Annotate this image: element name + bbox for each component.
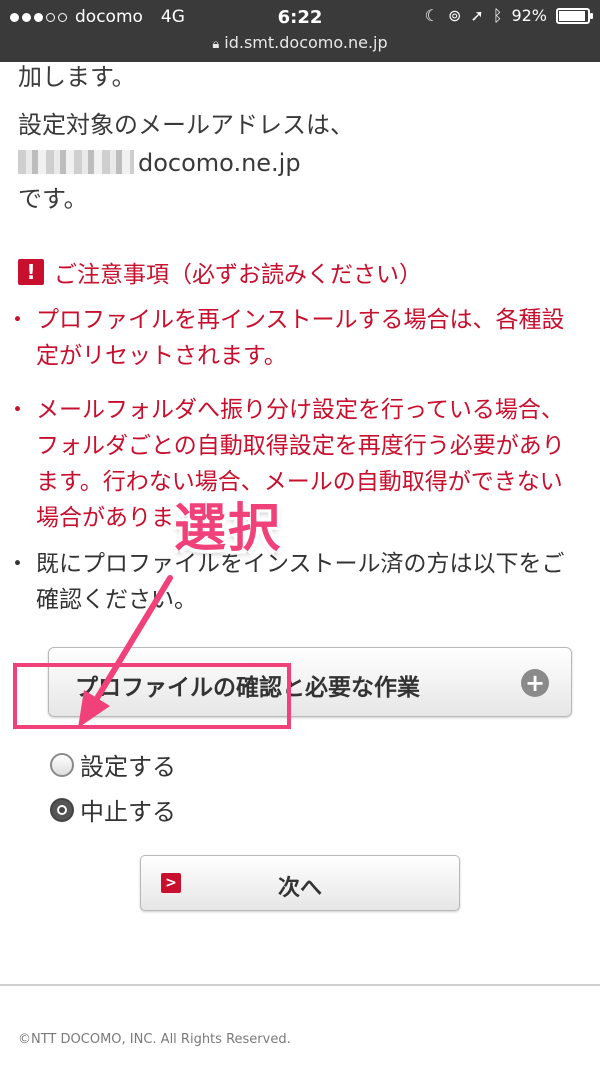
next-button-label: 次へ xyxy=(277,876,322,901)
footer-divider xyxy=(0,984,600,986)
radio-option-setup[interactable]: 設定する xyxy=(50,747,176,782)
moon-icon: ☾ xyxy=(424,6,440,25)
annotation-callout: 選択 xyxy=(174,499,283,559)
address-outro-text: です。 xyxy=(18,185,88,213)
address-bar[interactable]: 🔒︎ id.smt.docomo.ne.jp xyxy=(0,33,600,52)
radio-label-setup: 設定する xyxy=(80,753,176,781)
radio-button-cancel[interactable] xyxy=(50,797,74,822)
notice-item-reinstall: プロファイルを再インストールする場合は、各種設定がリセットされます。 xyxy=(6,302,584,374)
plus-icon: + xyxy=(521,669,549,697)
notice-heading: ! ご注意事項（必ずお読みください） xyxy=(18,255,422,289)
address-intro-text: 設定対象のメールアドレスは、 xyxy=(18,111,354,139)
notice-title: ご注意事項（必ずお読みください） xyxy=(54,262,422,288)
notice-item-installed: 既にプロファイルをインストール済の方は以下をご確認ください。 xyxy=(6,546,584,618)
status-bar: docomo 4G 6:22 ☾ ⊚ ➚ ᛒ 92% 🔒︎ id.smt.doco… xyxy=(0,0,600,62)
email-domain: docomo.ne.jp xyxy=(138,149,301,177)
exclamation-icon: ! xyxy=(18,259,44,285)
url-text: id.smt.docomo.ne.jp xyxy=(224,33,388,52)
email-address: docomo.ne.jp xyxy=(18,148,301,178)
location-icon: ➚ xyxy=(470,6,484,25)
intro-text-tail: 加します。 xyxy=(18,63,136,91)
battery-percent: 92% xyxy=(511,6,547,25)
lock-icon: 🔒︎ xyxy=(212,37,220,52)
radio-button-setup[interactable] xyxy=(50,752,74,777)
radio-label-cancel: 中止する xyxy=(80,798,176,826)
bluetooth-icon: ᛒ xyxy=(492,6,503,25)
next-button[interactable]: > 次へ xyxy=(140,855,460,911)
redacted-address xyxy=(18,150,134,174)
notice-item-folder: メールフォルダへ振り分け設定を行っている場合、フォルダごとの自動取得設定を再度行… xyxy=(6,392,584,536)
copyright-footer: ©NTT DOCOMO, INC. All Rights Reserved. xyxy=(18,1032,291,1047)
battery-icon xyxy=(556,7,593,24)
annotation-highlight-box xyxy=(13,663,291,729)
rotation-lock-icon: ⊚ xyxy=(448,6,462,25)
radio-option-cancel[interactable]: 中止する xyxy=(50,792,176,827)
